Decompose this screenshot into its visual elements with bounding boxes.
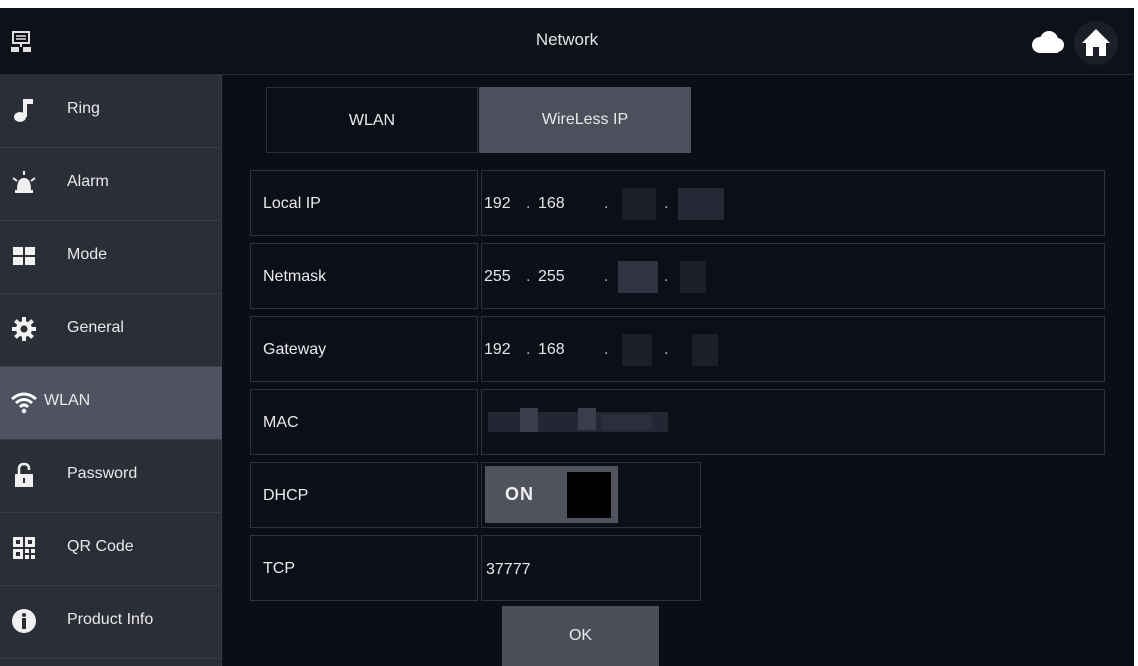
ip-octet-2[interactable]: 168 xyxy=(538,195,565,213)
cloud-icon[interactable] xyxy=(1029,30,1065,54)
ip-separator: . xyxy=(526,268,531,285)
music-note-icon xyxy=(14,99,33,122)
sidebar-item-qr-code[interactable]: QR Code xyxy=(0,513,222,586)
sidebar-item-label: Password xyxy=(67,465,138,482)
grid-icon xyxy=(13,247,35,265)
dhcp-label: DHCP xyxy=(263,487,309,504)
sidebar-item-label: Mode xyxy=(67,246,108,263)
dhcp-cell: ON xyxy=(481,462,701,528)
sidebar-item-label: WLAN xyxy=(44,392,91,409)
home-icon xyxy=(1082,29,1110,56)
ip-separator: . xyxy=(664,341,669,358)
netmask-label-cell: Netmask xyxy=(250,243,478,309)
mac-field xyxy=(481,389,1105,455)
sidebar-item-label: General xyxy=(67,319,124,336)
ip-separator: . xyxy=(526,341,531,358)
netmask-octet-2[interactable]: 255 xyxy=(538,268,565,286)
screen: Network Ring Alarm Mode General WLAN Pas… xyxy=(0,8,1134,666)
home-button[interactable] xyxy=(1074,21,1118,65)
sidebar-item-mode[interactable]: Mode xyxy=(0,221,222,294)
mac-value-redacted xyxy=(520,408,538,432)
tab-wlan[interactable]: WLAN xyxy=(266,87,478,153)
sidebar-item-ring[interactable]: Ring xyxy=(0,75,222,148)
qr-code-icon xyxy=(13,537,35,559)
ip-octet-3-redacted[interactable] xyxy=(622,188,656,220)
sidebar-item-alarm[interactable]: Alarm xyxy=(0,148,222,221)
dhcp-label-cell: DHCP xyxy=(250,462,478,528)
ip-separator: . xyxy=(604,341,609,358)
dhcp-toggle-knob[interactable] xyxy=(567,472,611,518)
netmask-field[interactable]: 255 . 255 . . xyxy=(481,243,1105,309)
local-ip-field[interactable]: 192 . 168 . . xyxy=(481,170,1105,236)
dhcp-toggle[interactable]: ON xyxy=(485,466,618,523)
local-ip-label: Local IP xyxy=(263,195,321,212)
ip-octet-4-redacted[interactable] xyxy=(678,188,724,220)
info-icon xyxy=(12,609,36,633)
gateway-field[interactable]: 192 . 168 . . xyxy=(481,316,1105,382)
sidebar-item-product-info[interactable]: Product Info xyxy=(0,586,222,659)
gateway-label: Gateway xyxy=(263,341,327,358)
sidebar-item-wlan[interactable]: WLAN xyxy=(0,367,222,440)
header-bar: Network xyxy=(0,8,1134,75)
netmask-octet-4-redacted[interactable] xyxy=(680,261,706,293)
gateway-octet-1[interactable]: 192 xyxy=(484,341,511,359)
tcp-port-value: 37777 xyxy=(486,561,531,578)
tab-wireless-ip[interactable]: WireLess IP xyxy=(479,87,691,153)
mac-value-redacted xyxy=(602,414,652,430)
siren-icon xyxy=(12,171,36,193)
tcp-port-field[interactable]: 37777 xyxy=(481,535,701,601)
gateway-label-cell: Gateway xyxy=(250,316,478,382)
tcp-label: TCP xyxy=(263,560,295,577)
netmask-octet-1[interactable]: 255 xyxy=(484,268,511,286)
tcp-label-cell: TCP xyxy=(250,535,478,601)
page-title: Network xyxy=(535,30,599,49)
sidebar-item-general[interactable]: General xyxy=(0,294,222,367)
ip-separator: . xyxy=(604,268,609,285)
sidebar-item-label: Product Info xyxy=(67,611,154,628)
netmask-label: Netmask xyxy=(263,268,327,285)
mac-label: MAC xyxy=(263,414,299,431)
ip-octet-1[interactable]: 192 xyxy=(484,195,511,213)
lock-icon xyxy=(15,462,33,487)
local-ip-label-cell: Local IP xyxy=(250,170,478,236)
sidebar-item-label: Alarm xyxy=(67,173,109,190)
ip-separator: . xyxy=(526,195,531,212)
sidebar-item-label: Ring xyxy=(67,100,100,117)
sidebar-item-password[interactable]: Password xyxy=(0,440,222,513)
mac-label-cell: MAC xyxy=(250,389,478,455)
gear-icon xyxy=(12,317,36,341)
gateway-octet-2[interactable]: 168 xyxy=(538,341,565,359)
mac-value-redacted xyxy=(578,408,596,430)
netmask-octet-3-redacted[interactable] xyxy=(618,261,658,293)
sidebar-item-label: QR Code xyxy=(67,538,134,555)
wifi-icon xyxy=(11,392,37,414)
sidebar: Ring Alarm Mode General WLAN Password QR… xyxy=(0,75,222,666)
ip-separator: . xyxy=(664,195,669,212)
dhcp-toggle-state: ON xyxy=(505,484,534,504)
gateway-octet-3-redacted[interactable] xyxy=(622,334,652,366)
ip-separator: . xyxy=(664,268,669,285)
gateway-octet-4-redacted[interactable] xyxy=(692,334,718,366)
ip-separator: . xyxy=(604,195,609,212)
ok-button[interactable]: OK xyxy=(502,606,659,666)
